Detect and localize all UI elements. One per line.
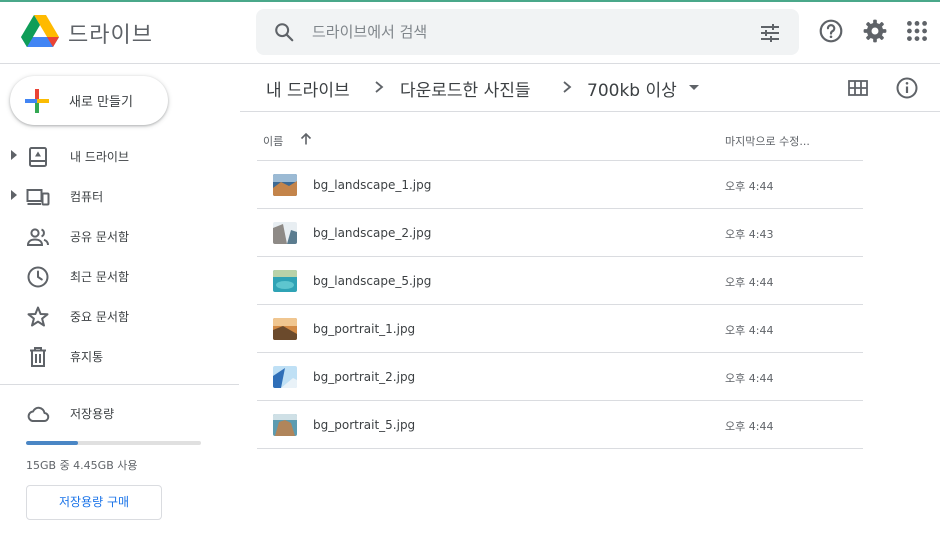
search-icon[interactable] <box>273 21 295 43</box>
sidebar-item-shared[interactable]: 공유 문서함 <box>0 216 240 256</box>
storage-usage-text: 15GB 중 4.45GB 사용 <box>26 459 138 472</box>
sidebar-item-starred[interactable]: 중요 문서함 <box>0 296 240 336</box>
image-thumbnail-icon <box>273 366 297 388</box>
sidebar: 새로 만들기 내 드라이브 컴퓨터 공유 문서함 최근 문서함 중요 문서함 휴… <box>0 64 240 536</box>
image-thumbnail-icon <box>273 174 297 196</box>
sidebar-item-computers[interactable]: 컴퓨터 <box>0 176 240 216</box>
cloud-icon <box>27 406 50 422</box>
file-name: bg_landscape_5.jpg <box>313 274 432 288</box>
file-modified-time: 오후 4:43 <box>725 228 774 241</box>
file-name: bg_landscape_2.jpg <box>313 226 432 240</box>
expand-arrow-icon[interactable] <box>11 150 17 160</box>
image-thumbnail-icon <box>273 222 297 244</box>
file-name: bg_portrait_2.jpg <box>313 370 416 384</box>
settings-icon[interactable] <box>862 18 888 44</box>
grid-view-icon[interactable] <box>846 76 870 100</box>
sidebar-item-label: 중요 문서함 <box>70 310 130 324</box>
dropdown-caret-icon[interactable] <box>689 85 699 90</box>
storage-title[interactable]: 저장용량 <box>70 405 114 422</box>
image-thumbnail-icon <box>273 414 297 436</box>
file-list: 이름 마지막으로 수정... bg_landscape_1.jpg 오후 4:4… <box>257 112 863 449</box>
image-thumbnail-icon <box>273 318 297 340</box>
sidebar-item-label: 최근 문서함 <box>70 270 130 284</box>
file-modified-time: 오후 4:44 <box>725 372 774 385</box>
recent-icon <box>27 266 49 288</box>
search-options-icon[interactable] <box>758 21 782 45</box>
chevron-right-icon <box>563 81 572 93</box>
file-name: bg_landscape_1.jpg <box>313 178 432 192</box>
column-header-name[interactable]: 이름 <box>263 133 283 149</box>
breadcrumb-item-my-drive[interactable]: 내 드라이브 <box>266 76 350 101</box>
file-row[interactable]: bg_landscape_1.jpg 오후 4:44 <box>257 161 863 209</box>
file-modified-time: 오후 4:44 <box>725 324 774 337</box>
search-input[interactable] <box>312 21 732 43</box>
my-drive-icon <box>29 147 47 167</box>
apps-icon[interactable] <box>904 18 930 44</box>
file-modified-time: 오후 4:44 <box>725 276 774 289</box>
buy-storage-button[interactable]: 저장용량 구매 <box>26 485 162 520</box>
column-header-modified[interactable]: 마지막으로 수정... <box>725 133 810 149</box>
sidebar-item-trash[interactable]: 휴지통 <box>0 336 240 376</box>
sidebar-item-recent[interactable]: 최근 문서함 <box>0 256 240 296</box>
search-bar[interactable] <box>256 9 799 55</box>
image-thumbnail-icon <box>273 270 297 292</box>
file-name: bg_portrait_1.jpg <box>313 322 416 336</box>
breadcrumb-item-current[interactable]: 700kb 이상 <box>587 76 677 101</box>
plus-icon <box>25 89 49 113</box>
file-row[interactable]: bg_portrait_1.jpg 오후 4:44 <box>257 305 863 353</box>
help-icon[interactable] <box>818 18 844 44</box>
trash-icon <box>30 347 46 367</box>
sidebar-item-label: 공유 문서함 <box>70 230 130 244</box>
app-header: 드라이브 <box>0 2 940 64</box>
computers-icon <box>26 189 50 206</box>
file-list-header: 이름 마지막으로 수정... <box>257 112 863 161</box>
sidebar-item-label: 컴퓨터 <box>70 190 104 204</box>
shared-icon <box>26 228 49 246</box>
chevron-right-icon <box>375 81 384 93</box>
sidebar-item-label: 내 드라이브 <box>70 150 130 164</box>
sidebar-divider <box>0 384 239 385</box>
storage-usage-fill <box>26 441 78 445</box>
breadcrumb: 내 드라이브 다운로드한 사진들 700kb 이상 <box>240 64 940 112</box>
file-name: bg_portrait_5.jpg <box>313 418 416 432</box>
file-row[interactable]: bg_landscape_2.jpg 오후 4:43 <box>257 209 863 257</box>
new-button[interactable]: 새로 만들기 <box>10 76 168 125</box>
file-row[interactable]: bg_landscape_5.jpg 오후 4:44 <box>257 257 863 305</box>
drive-logo-icon[interactable] <box>20 13 60 49</box>
sidebar-item-my-drive[interactable]: 내 드라이브 <box>0 136 240 176</box>
sidebar-item-label: 휴지통 <box>70 350 104 364</box>
main-content: 내 드라이브 다운로드한 사진들 700kb 이상 이름 마지막으로 수정...… <box>240 64 940 536</box>
storage-usage-bar <box>26 441 201 445</box>
file-row[interactable]: bg_portrait_5.jpg 오후 4:44 <box>257 401 863 449</box>
new-button-label: 새로 만들기 <box>69 95 133 110</box>
starred-icon <box>27 306 49 327</box>
expand-arrow-icon[interactable] <box>11 190 17 200</box>
info-icon[interactable] <box>895 76 919 100</box>
sort-ascending-icon[interactable] <box>299 132 313 146</box>
file-modified-time: 오후 4:44 <box>725 420 774 433</box>
file-modified-time: 오후 4:44 <box>725 180 774 193</box>
file-row[interactable]: bg_portrait_2.jpg 오후 4:44 <box>257 353 863 401</box>
breadcrumb-item-folder[interactable]: 다운로드한 사진들 <box>400 76 531 101</box>
app-title[interactable]: 드라이브 <box>68 17 153 49</box>
